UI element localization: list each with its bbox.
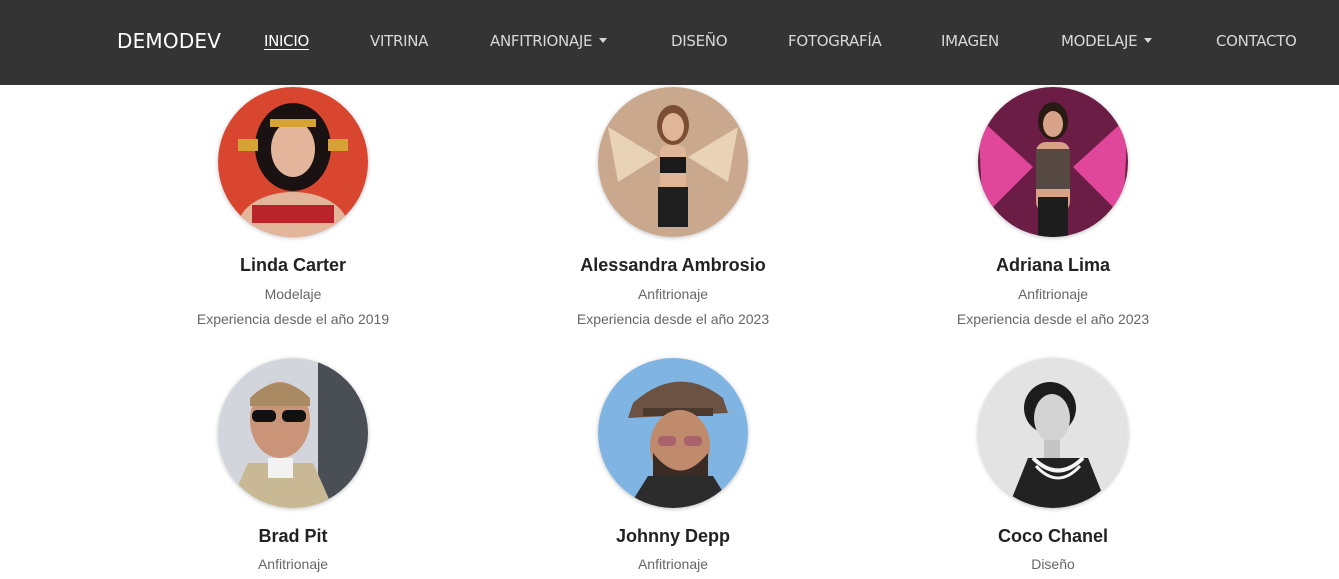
profile-category: Anfitrionaje (257, 556, 329, 572)
nav-link-modelaje[interactable]: MODELAJE (1061, 32, 1153, 50)
profile-photo[interactable] (598, 358, 748, 508)
nav-link-contacto[interactable]: CONTACTO (1216, 32, 1297, 50)
caret-down-icon (599, 38, 608, 43)
caret-down-icon (1144, 38, 1153, 43)
nav-link-fotografia[interactable]: FOTOGRAFÍA (788, 32, 882, 50)
nav-link-anfitrionaje[interactable]: ANFITRIONAJE (490, 32, 608, 50)
nav-link-vitrina[interactable]: VITRINA (370, 32, 428, 50)
nav-link-inicio[interactable]: INICIO (264, 32, 309, 50)
profile-name: Coco Chanel (997, 526, 1108, 546)
nav-link-label: ANFITRIONAJE (490, 32, 593, 50)
profile-category: Anfitrionaje (637, 556, 709, 572)
nav-link-label: MODELAJE (1061, 32, 1138, 50)
top-navbar: DEMODEV INICIO VITRINA ANFITRIONAJE DISE… (0, 0, 1339, 85)
nav-link-imagen[interactable]: IMAGEN (941, 32, 999, 50)
profile-name: Brad Pit (258, 526, 328, 546)
profile-photo-graphic (978, 358, 1128, 508)
profile-card[interactable]: Johnny Depp Anfitrionaje (483, 0, 863, 579)
brand-logo[interactable]: DEMODEV (117, 29, 221, 53)
profile-photo[interactable] (218, 358, 368, 508)
profile-photo-graphic (598, 358, 748, 508)
profile-card[interactable]: Brad Pit Anfitrionaje (103, 0, 483, 579)
profile-category: Diseño (1031, 556, 1075, 572)
profile-card[interactable]: Coco Chanel Diseño (863, 0, 1243, 579)
profile-photo[interactable] (978, 358, 1128, 508)
profile-name: Johnny Depp (615, 526, 730, 546)
nav-link-diseno[interactable]: DISEÑO (671, 32, 728, 50)
profile-photo-graphic (218, 358, 368, 508)
